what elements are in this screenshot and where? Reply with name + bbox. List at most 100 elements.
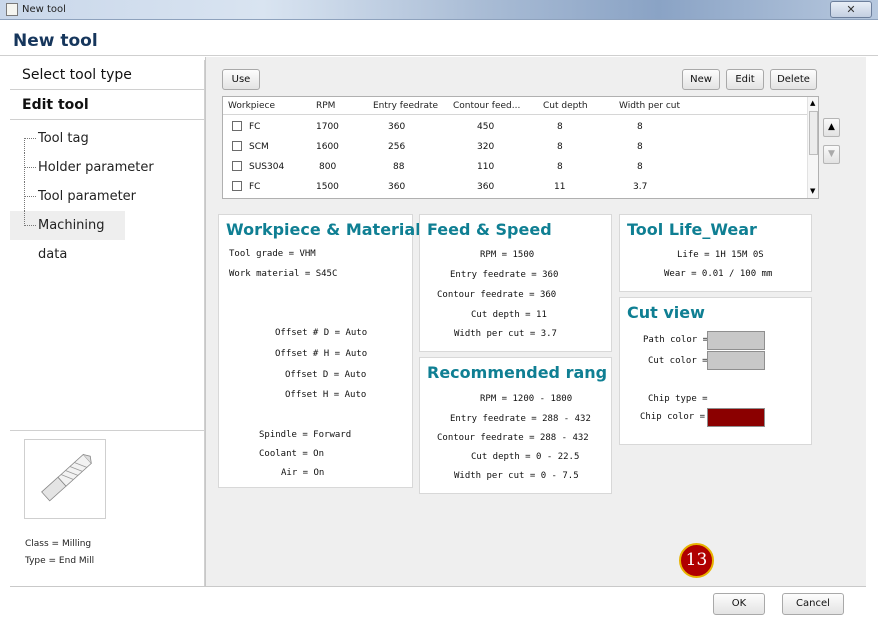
close-button[interactable]: ✕ — [830, 1, 872, 18]
recommended-range-card: Recommended range RPM = 1200 - 1800 Entr… — [419, 357, 612, 494]
tree-item-tool-parameter[interactable]: Tool parameter — [10, 182, 204, 211]
window-frame — [0, 20, 10, 628]
cell-entry-feedrate: 256 — [388, 142, 406, 152]
cut-view-card: Cut view Path color = Cut color = Chip t… — [619, 297, 812, 445]
table-row[interactable]: SCM 1600 256 320 8 8 — [223, 137, 809, 157]
main-panel: Use New Edit Delete Workpiece RPM Entry … — [205, 57, 866, 586]
tree-item-label: Machining data — [38, 218, 105, 262]
offset-num-d: Offset # D = Auto — [275, 328, 368, 338]
edit-button[interactable]: Edit — [726, 69, 764, 90]
tree-line — [24, 196, 36, 197]
row-checkbox[interactable] — [232, 181, 242, 191]
column-header-workpiece[interactable]: Workpiece — [228, 101, 275, 111]
recommended-contour-feedrate: Contour feedrate = 288 - 432 — [437, 433, 589, 443]
column-header-contour-feed[interactable]: Contour feed... — [453, 101, 520, 111]
column-header-cut-depth[interactable]: Cut depth — [543, 101, 588, 111]
column-header-entry-feedrate[interactable]: Entry feedrate — [373, 101, 438, 111]
spindle: Spindle = Forward — [259, 430, 352, 440]
tool-life: Life = 1H 15M 0S — [677, 250, 764, 260]
cell-width-per-cut: 8 — [637, 122, 643, 132]
tree-item-label: Holder parameter — [38, 160, 154, 175]
tree-line — [24, 138, 25, 153]
table-row[interactable]: FC 1500 360 360 11 3.7 — [223, 177, 809, 197]
offset-h: Offset H = Auto — [285, 390, 367, 400]
row-checkbox[interactable] — [232, 161, 242, 171]
row-checkbox[interactable] — [232, 141, 242, 151]
dialog-header: New tool — [0, 26, 878, 56]
move-up-icon[interactable]: ▲ — [823, 118, 840, 137]
tree-line — [24, 211, 25, 226]
cell-contour-feedrate: 360 — [477, 182, 495, 192]
cell-cut-depth: 8 — [557, 122, 563, 132]
feed-contour-feedrate: Contour feedrate = 360 — [437, 290, 557, 300]
tree-line — [24, 167, 36, 168]
cut-color-label: Cut color = — [648, 356, 708, 366]
ok-button[interactable]: OK — [713, 593, 765, 615]
recommended-rpm: RPM = 1200 - 1800 — [480, 394, 573, 404]
path-color-label: Path color = — [643, 335, 709, 345]
cell-entry-feedrate: 360 — [388, 182, 406, 192]
cell-cut-depth: 8 — [557, 162, 563, 172]
tool-life-wear-card: Tool Life_Wear Life = 1H 15M 0S Wear = 0… — [619, 214, 812, 292]
tool-grade: Tool grade = VHM — [229, 249, 316, 259]
app-icon — [6, 3, 18, 16]
move-down-icon[interactable]: ▼ — [823, 145, 840, 164]
tab-select-tool-type[interactable]: Select tool type — [10, 60, 204, 90]
tool-type: Type = End Mill — [25, 556, 95, 566]
row-checkbox[interactable] — [232, 121, 242, 131]
tool-info: Class = Milling Type = End Mill — [25, 536, 94, 570]
cell-width-per-cut: 8 — [637, 142, 643, 152]
card-title: Tool Life_Wear — [627, 220, 757, 239]
tool-wear: Wear = 0.01 / 100 mm — [664, 269, 773, 279]
card-title: Recommended range — [427, 363, 607, 382]
cell-contour-feedrate: 320 — [477, 142, 495, 152]
column-header-width-per-cut[interactable]: Width per cut — [619, 101, 680, 111]
chip-type-label: Chip type = — [648, 394, 708, 404]
cell-rpm: 1500 — [316, 182, 339, 192]
delete-button[interactable]: Delete — [770, 69, 817, 90]
work-material: Work material = S45C — [229, 269, 338, 279]
cell-cut-depth: 8 — [557, 142, 563, 152]
workpiece-material-card: Workpiece & Material Tool grade = VHM Wo… — [218, 214, 421, 488]
end-mill-icon — [24, 439, 106, 519]
cut-color-swatch[interactable] — [707, 351, 765, 370]
tab-edit-tool[interactable]: Edit tool — [10, 90, 204, 120]
step-badge: 13 — [679, 543, 714, 578]
cell-contour-feedrate: 110 — [477, 162, 495, 172]
path-color-swatch[interactable] — [707, 331, 765, 350]
window-title-bar: New tool ✕ — [0, 0, 878, 20]
table-row[interactable]: SUS304 800 88 110 8 8 — [223, 157, 809, 177]
chip-color-swatch[interactable] — [707, 408, 765, 427]
column-header-rpm[interactable]: RPM — [316, 101, 335, 111]
offset-num-h: Offset # H = Auto — [275, 349, 368, 359]
tree-line — [24, 225, 36, 226]
chip-color-label: Chip color = — [640, 412, 706, 422]
tree-item-label: Tool tag — [38, 131, 89, 146]
tool-class: Class = Milling — [25, 539, 92, 549]
cell-entry-feedrate: 360 — [388, 122, 406, 132]
card-title: Feed & Speed — [427, 220, 552, 239]
tool-tree: Tool tag Holder parameter Tool parameter… — [10, 120, 204, 262]
scroll-up-icon[interactable]: ▲ — [810, 99, 815, 107]
coolant: Coolant = On — [259, 449, 325, 459]
dialog-footer: OK Cancel — [10, 586, 866, 622]
scroll-down-icon[interactable]: ▼ — [810, 187, 815, 195]
tree-item-machining-data[interactable]: Machining data — [10, 211, 125, 262]
card-title: Cut view — [627, 303, 705, 322]
tree-item-holder-parameter[interactable]: Holder parameter — [10, 153, 204, 182]
offset-d: Offset D = Auto — [285, 370, 367, 380]
machining-data-table: Workpiece RPM Entry feedrate Contour fee… — [222, 96, 819, 199]
use-button[interactable]: Use — [222, 69, 260, 90]
tool-preview-panel: Class = Milling Type = End Mill — [10, 430, 205, 586]
page-title: New tool — [13, 31, 98, 51]
scrollbar-thumb[interactable] — [809, 111, 818, 155]
table-row[interactable]: FC 1700 360 450 8 8 — [223, 117, 809, 137]
table-scrollbar[interactable]: ▲ ▼ — [807, 97, 818, 198]
cell-rpm: 800 — [319, 162, 337, 172]
new-button[interactable]: New — [682, 69, 720, 90]
tree-item-tool-tag[interactable]: Tool tag — [10, 124, 204, 153]
cell-workpiece: FC — [249, 122, 261, 132]
window-title: New tool — [22, 4, 66, 15]
cell-cut-depth: 11 — [554, 182, 566, 192]
cancel-button[interactable]: Cancel — [782, 593, 844, 615]
